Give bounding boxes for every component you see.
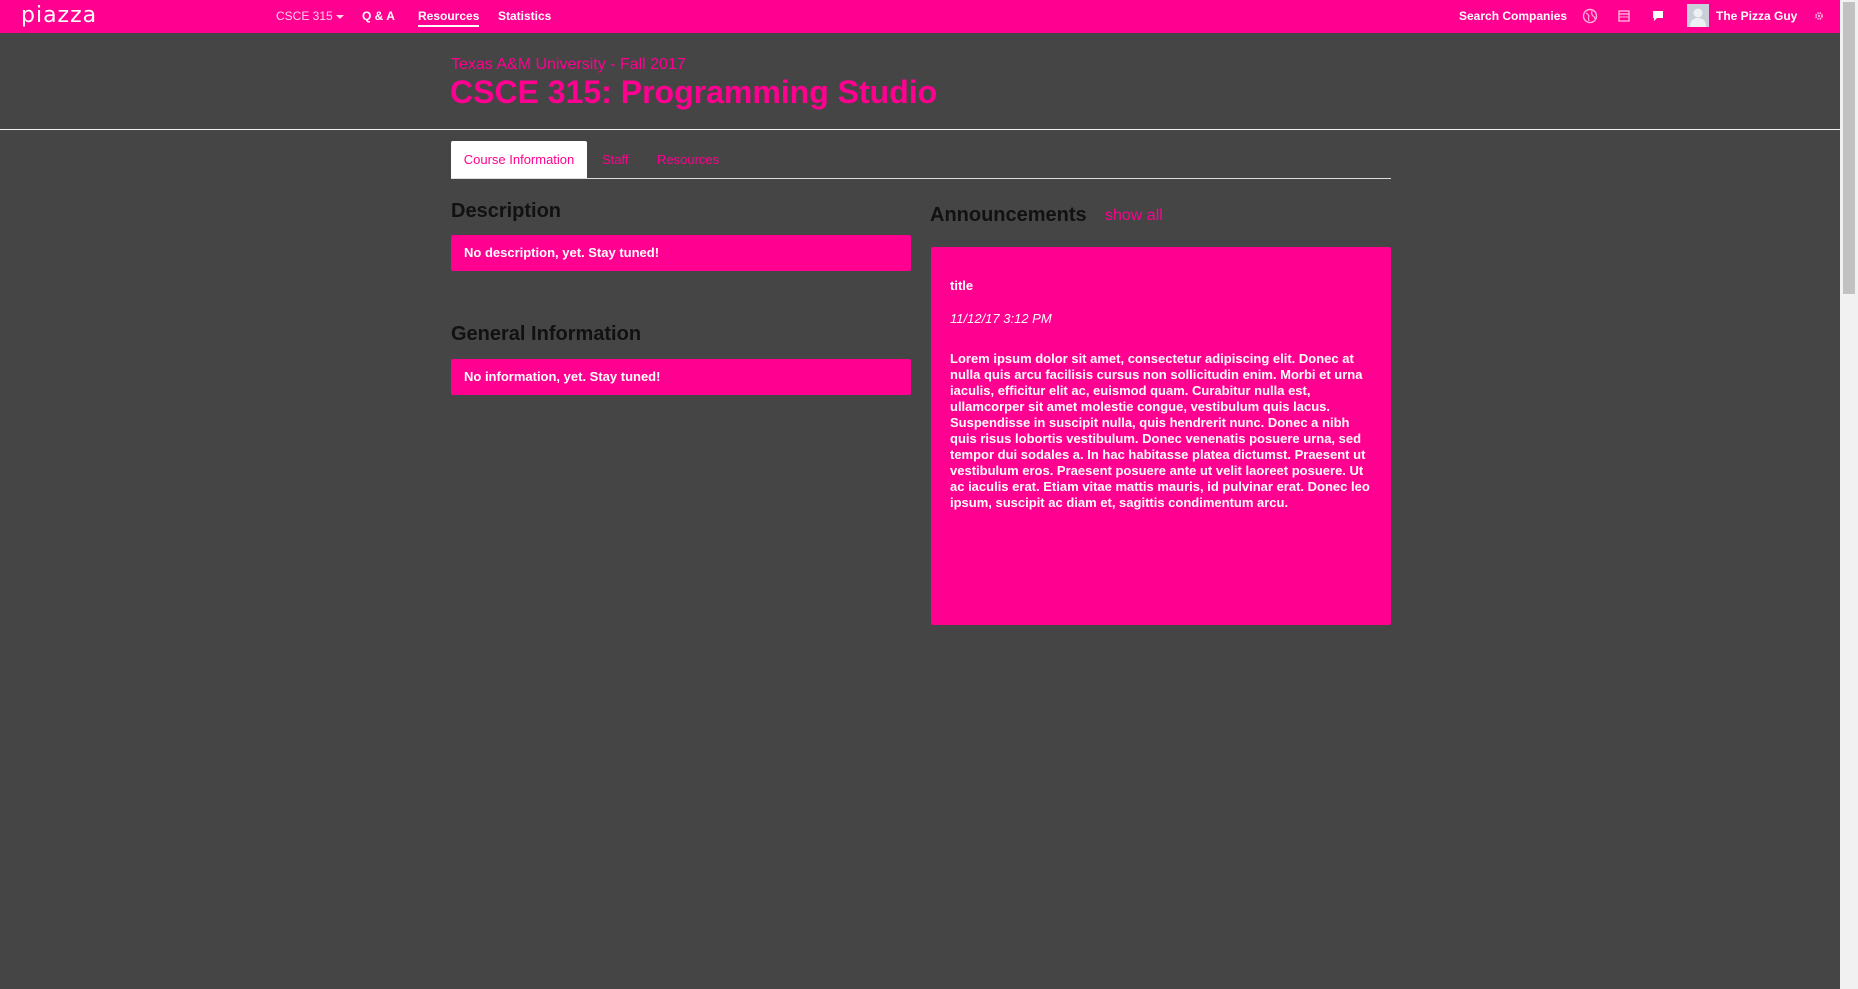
search-companies-link[interactable]: Search Companies	[1459, 9, 1567, 23]
chat-icon[interactable]	[1650, 8, 1666, 24]
nav-link-qa[interactable]: Q & A	[362, 9, 395, 23]
announcement-title: title	[950, 278, 974, 293]
description-heading: Description	[451, 200, 562, 222]
tab-staff[interactable]: Staff	[602, 141, 629, 178]
caret-down-icon	[335, 14, 344, 19]
show-all-link[interactable]: show all	[1105, 207, 1163, 225]
globe-icon[interactable]	[1582, 8, 1598, 24]
header-divider	[0, 129, 1840, 130]
top-navigation-bar: piazza CSCE 315 Q & A Resources Statisti…	[0, 0, 1840, 33]
description-box: No description, yet. Stay tuned!	[451, 235, 911, 271]
calendar-icon[interactable]	[1616, 8, 1632, 24]
tabs-divider	[451, 178, 1391, 179]
course-selector-dropdown[interactable]: CSCE 315	[276, 9, 344, 23]
avatar[interactable]	[1687, 4, 1709, 27]
settings-gear-icon[interactable]	[1813, 10, 1825, 22]
user-silhouette-icon	[1690, 8, 1706, 27]
course-subtitle: Texas A&M University - Fall 2017	[451, 56, 686, 73]
course-selector-label: CSCE 315	[276, 9, 333, 23]
general-information-box: No information, yet. Stay tuned!	[451, 359, 911, 395]
announcement-card: title 11/12/17 3:12 PM Lorem ipsum dolor…	[931, 247, 1391, 625]
nav-link-statistics[interactable]: Statistics	[498, 9, 551, 23]
announcement-body: Lorem ipsum dolor sit amet, consectetur …	[950, 351, 1370, 510]
announcements-heading: Announcements	[930, 204, 1087, 226]
tab-resources[interactable]: Resources	[657, 141, 719, 178]
course-title: CSCE 315: Programming Studio	[450, 74, 938, 110]
piazza-logo[interactable]: piazza	[21, 3, 97, 29]
general-information-heading: General Information	[451, 323, 642, 345]
user-name-link[interactable]: The Pizza Guy	[1716, 9, 1797, 23]
tab-course-information[interactable]: Course Information	[451, 141, 587, 178]
scrollbar-thumb[interactable]	[1843, 2, 1855, 294]
nav-link-resources[interactable]: Resources	[418, 9, 480, 27]
announcement-date: 11/12/17 3:12 PM	[950, 311, 1052, 326]
vertical-scrollbar[interactable]	[1840, 0, 1858, 989]
